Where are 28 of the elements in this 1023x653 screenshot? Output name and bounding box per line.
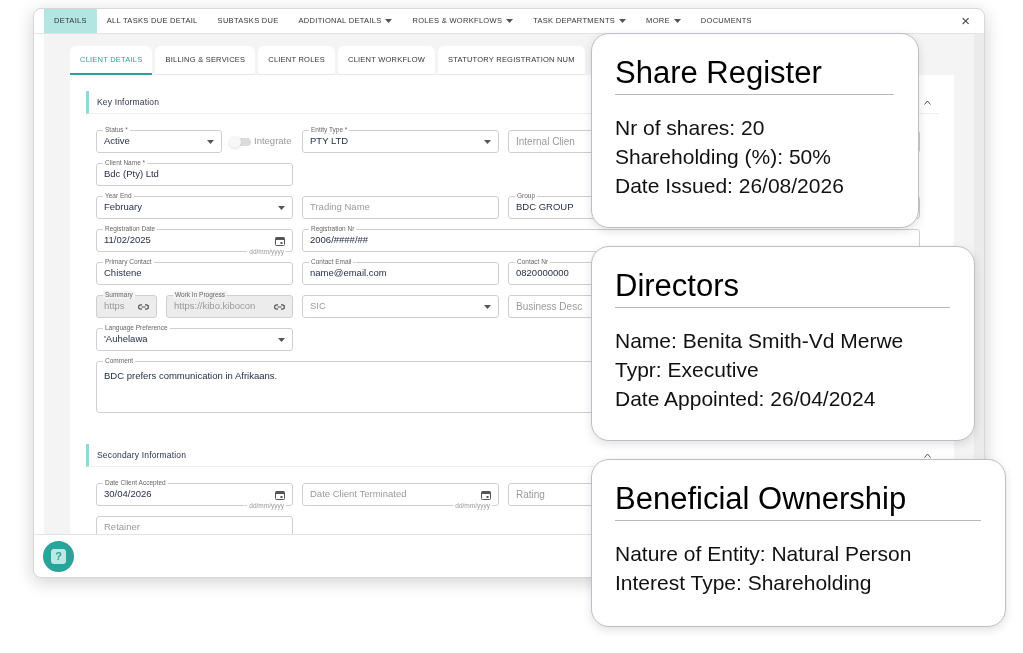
card-title: Beneficial Ownership xyxy=(615,480,908,518)
card-title: Share Register xyxy=(615,54,823,92)
caret-icon xyxy=(278,337,285,342)
section-title: Key Information xyxy=(97,95,160,109)
link-icon xyxy=(138,303,149,310)
help-icon: ? xyxy=(51,548,66,564)
close-button[interactable]: × xyxy=(961,9,970,33)
toggle-switch[interactable] xyxy=(231,137,251,146)
calendar-icon xyxy=(275,489,285,500)
calendar-icon xyxy=(481,489,491,500)
card-line: Nr of shares: 20 xyxy=(615,115,766,141)
chevron-up-icon[interactable] xyxy=(924,452,931,458)
card-title: Directors xyxy=(615,267,740,305)
link-icon xyxy=(274,303,285,310)
caret-icon xyxy=(484,139,491,144)
caret-icon xyxy=(207,139,214,144)
card-line: Nature of Entity: Natural Person xyxy=(615,541,913,567)
card-line: Interest Type: Shareholding xyxy=(615,570,873,596)
caret-icon xyxy=(278,205,285,210)
toggle-label: Integrate xyxy=(254,134,292,149)
card-line: Date Appointed: 26/04/2024 xyxy=(615,386,877,412)
card-line: Name: Benita Smith-Vd Merwe xyxy=(615,328,905,354)
section-title: Secondary Information xyxy=(97,448,187,462)
card-line: Date Issued: 26/08/2026 xyxy=(615,173,845,199)
chevron-up-icon[interactable] xyxy=(924,99,931,105)
calendar-icon xyxy=(275,235,285,246)
card-line: Shareholding (%): 50% xyxy=(615,144,832,170)
caret-icon xyxy=(484,304,491,309)
